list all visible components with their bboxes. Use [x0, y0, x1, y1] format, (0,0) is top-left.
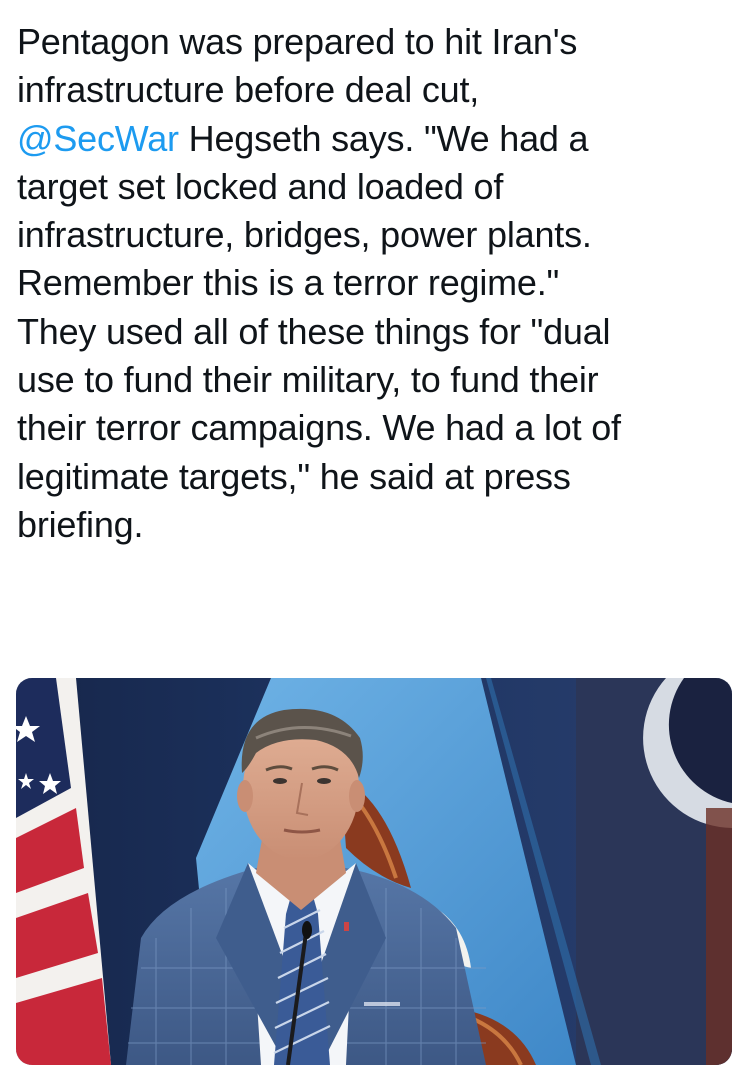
mention-link[interactable]: @SecWar: [17, 118, 179, 159]
tweet-line: @SecWar Hegseth says. "We had a: [17, 115, 729, 163]
tweet-line: their terror campaigns. We had a lot of: [17, 407, 621, 449]
tweet-line: Remember this is a terror regime.": [17, 262, 560, 304]
tweet-line: infrastructure, bridges, power plants.: [17, 214, 592, 256]
tweet-line-rest: Hegseth says. "We had a: [178, 117, 589, 159]
tweet-line: use to fund their military, to fund thei…: [17, 359, 599, 401]
tweet-line: target set locked and loaded of: [17, 165, 504, 207]
tweet-line: briefing.: [17, 503, 144, 545]
tweet-line: They used all of these things for "dual: [17, 310, 611, 352]
press-briefing-photo: [16, 678, 732, 1065]
tweet-media-photo[interactable]: [16, 678, 732, 1065]
tweet-text: Pentagon was prepared to hit Iran's infr…: [17, 18, 729, 549]
tweet-line: infrastructure before deal cut,: [17, 69, 480, 111]
tweet-line: legitimate targets," he said at press: [17, 455, 571, 497]
tweet-line: Pentagon was prepared to hit Iran's: [17, 21, 578, 62]
